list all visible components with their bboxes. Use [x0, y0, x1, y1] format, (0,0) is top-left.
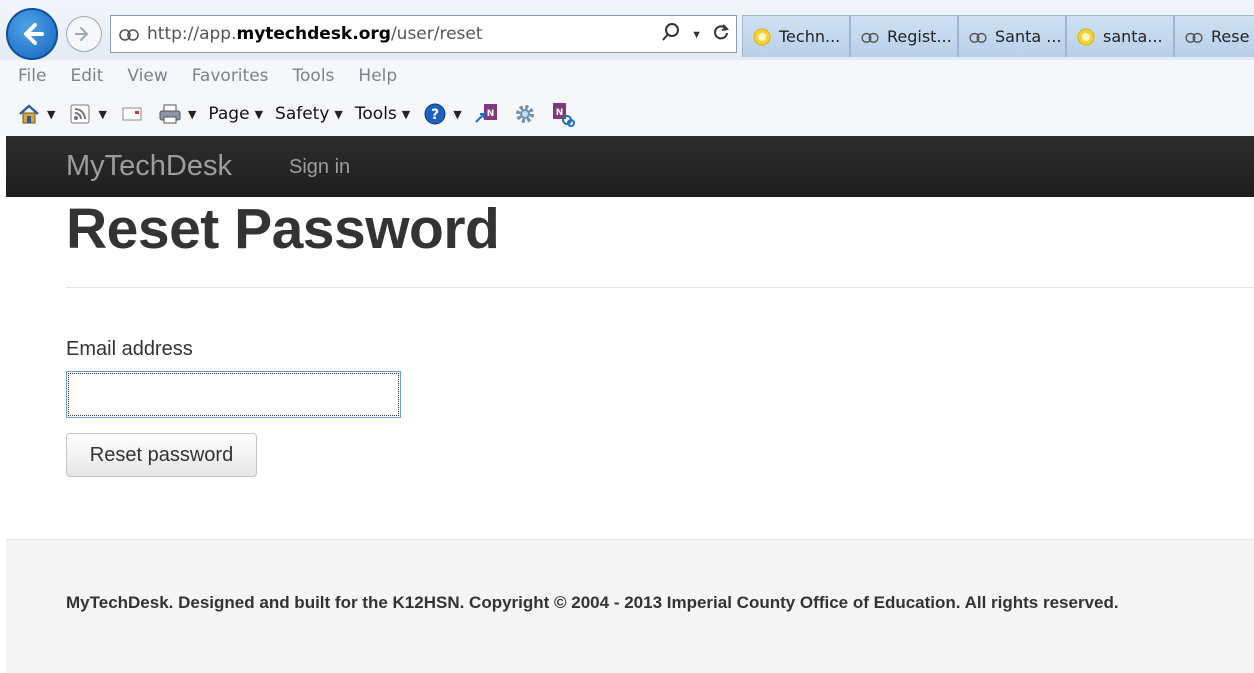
menu-view[interactable]: View — [127, 66, 167, 86]
chevron-down-icon[interactable]: ▼ — [691, 29, 702, 41]
tab-label: santa... — [1103, 27, 1163, 46]
tab-strip: Techn... Regist... Santa ... santa... Re… — [742, 15, 1254, 57]
tab-label: Regist... — [887, 27, 952, 46]
chevron-down-icon[interactable]: ▼ — [98, 108, 106, 121]
tab-santa-2[interactable]: santa... — [1066, 15, 1174, 57]
menu-bar: File Edit View Favorites Tools Help — [0, 60, 1254, 92]
chevron-down-icon: ▼ — [401, 107, 411, 121]
page-cloud-icon — [967, 26, 989, 48]
menu-file[interactable]: File — [18, 66, 46, 86]
menu-tools[interactable]: Tools — [293, 66, 335, 86]
tools-menu-button[interactable]: Tools ▼ — [355, 104, 410, 124]
help-button[interactable]: ? ▼ — [422, 101, 462, 127]
arrow-right-icon — [75, 27, 88, 41]
back-button[interactable] — [6, 8, 58, 60]
brand-link[interactable]: MyTechDesk — [66, 150, 232, 183]
gear-icon — [512, 101, 538, 127]
onenote-link-icon: N — [550, 101, 576, 127]
arrow-left-icon — [24, 23, 44, 45]
footer-text: MyTechDesk. Designed and built for the K… — [66, 593, 1119, 612]
chevron-down-icon[interactable]: ▼ — [453, 108, 461, 121]
svg-text:N: N — [486, 109, 494, 119]
address-bar[interactable]: http://app.mytechdesk.org/user/reset ▼ — [110, 15, 737, 53]
tab-techn[interactable]: Techn... — [742, 15, 850, 57]
onenote-send-icon: N — [474, 101, 500, 127]
page-cloud-icon — [859, 26, 881, 48]
onenote-linked-notes-button[interactable]: N — [550, 101, 576, 127]
forward-button[interactable] — [66, 16, 102, 52]
menu-edit[interactable]: Edit — [70, 66, 103, 86]
email-label: Email address — [66, 338, 193, 360]
tab-regist[interactable]: Regist... — [850, 15, 958, 57]
home-icon — [16, 101, 42, 127]
circle-favicon-icon — [751, 26, 773, 48]
page-title: Reset Password — [66, 197, 500, 261]
settings-button[interactable] — [512, 101, 538, 127]
page-menu-button[interactable]: Page ▼ — [208, 104, 263, 124]
url-text[interactable]: http://app.mytechdesk.org/user/reset — [147, 24, 483, 44]
safety-menu-button[interactable]: Safety ▼ — [275, 104, 343, 124]
footer: MyTechDesk. Designed and built for the K… — [6, 539, 1254, 673]
search-icon[interactable] — [661, 22, 681, 47]
help-icon: ? — [422, 101, 448, 127]
home-button[interactable]: ▼ — [16, 101, 55, 127]
send-to-onenote-button[interactable]: N — [474, 101, 500, 127]
page-cloud-icon — [1183, 26, 1205, 48]
divider — [66, 287, 1254, 288]
svg-text:N: N — [555, 108, 563, 118]
chevron-down-icon[interactable]: ▼ — [47, 108, 55, 121]
menu-help[interactable]: Help — [358, 66, 397, 86]
tab-label: Rese — [1211, 27, 1250, 46]
tab-label: Santa ... — [995, 27, 1062, 46]
tab-reset[interactable]: Rese — [1174, 15, 1254, 57]
command-bar: ▼ ▼ ▼ Page ▼ Safety ▼ Tools ▼ ? ▼ N N — [0, 92, 1254, 136]
feeds-button[interactable]: ▼ — [67, 101, 107, 127]
menu-favorites[interactable]: Favorites — [192, 66, 269, 86]
reset-password-button[interactable]: Reset password — [66, 433, 257, 477]
chevron-down-icon[interactable]: ▼ — [188, 108, 196, 121]
chevron-down-icon: ▼ — [254, 107, 264, 121]
browser-address-row: http://app.mytechdesk.org/user/reset ▼ T… — [0, 0, 1254, 60]
read-mail-button[interactable] — [119, 101, 145, 127]
tab-label: Techn... — [779, 27, 841, 46]
page-cloud-icon — [117, 22, 141, 46]
circle-favicon-icon — [1075, 26, 1097, 48]
tab-santa-1[interactable]: Santa ... — [958, 15, 1066, 57]
print-button[interactable]: ▼ — [157, 101, 196, 127]
chevron-down-icon: ▼ — [334, 107, 343, 121]
site-navbar: MyTechDesk Sign in — [6, 136, 1254, 197]
printer-icon — [157, 101, 183, 127]
rss-feed-icon — [67, 101, 93, 127]
sign-in-link[interactable]: Sign in — [289, 156, 350, 179]
email-field[interactable] — [66, 371, 401, 418]
refresh-icon[interactable] — [712, 23, 730, 46]
mail-icon — [119, 101, 145, 127]
svg-text:?: ? — [431, 107, 439, 123]
